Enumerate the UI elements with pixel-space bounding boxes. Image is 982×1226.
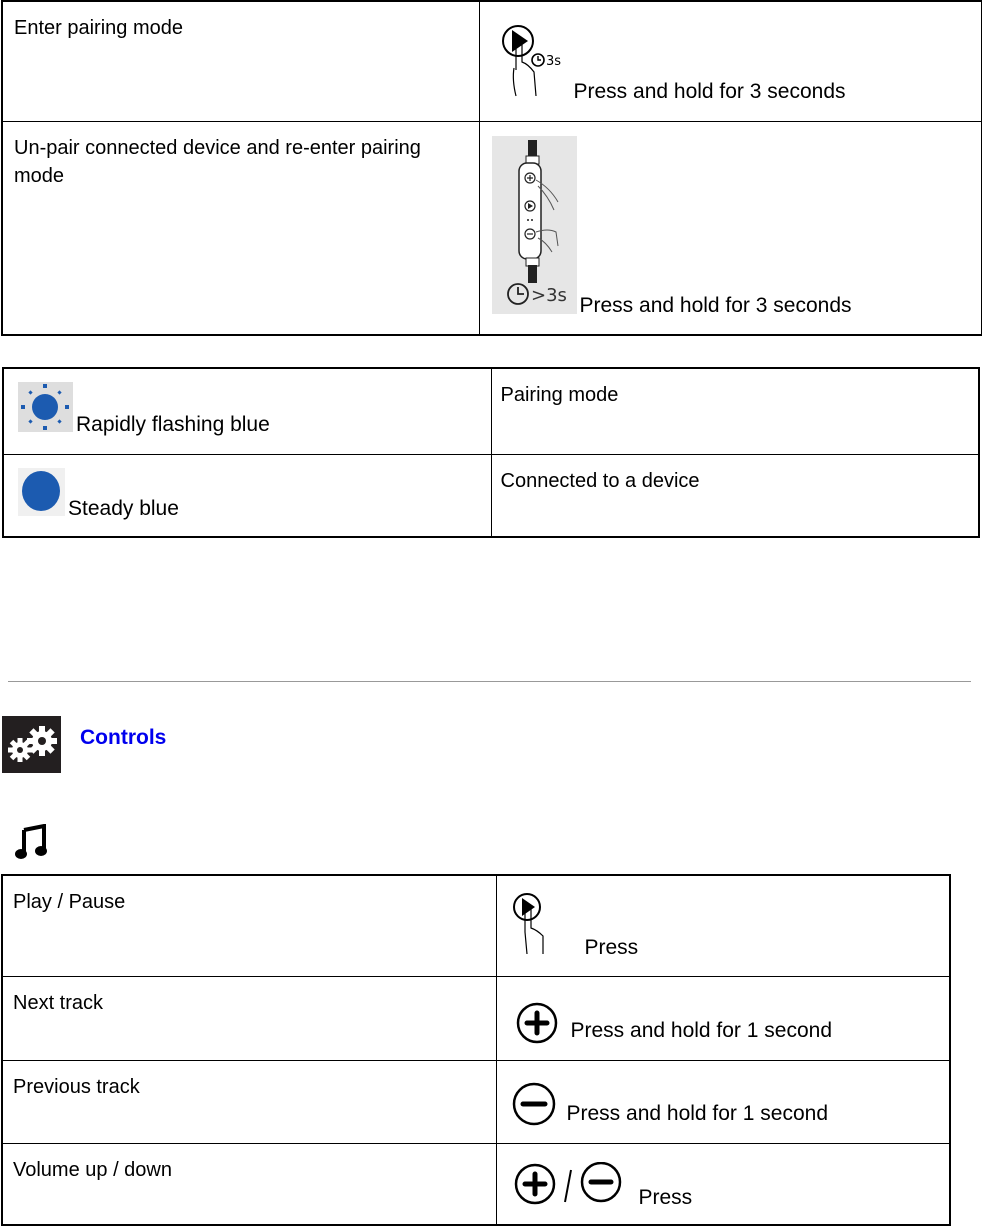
remote-plus-minus-hold-icon: >3s: [491, 135, 577, 314]
meaning-text: Connected to a device: [500, 469, 700, 492]
gears-icon: [2, 716, 61, 773]
action-cell: Enter pairing mode: [1, 0, 480, 122]
minus-button-icon: [511, 1081, 557, 1127]
action-cell: Next track: [1, 975, 497, 1061]
play-button-press-icon: [511, 892, 551, 956]
action-cell: Play / Pause: [1, 874, 497, 977]
action-text: Un-pair connected device and re-enter pa…: [14, 136, 421, 187]
icon-label: 3s: [546, 54, 561, 69]
instruction-text: Press and hold for 1 second: [566, 1101, 829, 1125]
meaning-cell: Pairing mode: [490, 367, 980, 455]
instruction-text: Press and hold for 3 seconds: [573, 80, 846, 103]
instruction-cell: 3s Press and hold for 3 seconds: [478, 0, 982, 122]
section-divider: [8, 681, 971, 682]
table-row: Volume up / down Press: [1, 1142, 951, 1226]
instruction-cell: Press: [495, 1142, 951, 1226]
instruction-cell: Press: [495, 874, 951, 977]
table-row: Steady blue Connected to a device: [2, 453, 980, 538]
action-text: Play / Pause: [13, 891, 126, 913]
table-row: Previous track Press and hold for 1 seco…: [1, 1059, 951, 1144]
light-cell: Steady blue: [2, 453, 492, 538]
steady-blue-light-icon: [18, 467, 65, 516]
controls-table: Play / Pause Press Next track Press and …: [1, 874, 951, 1226]
instruction-text: Press: [638, 1185, 693, 1209]
plus-button-icon: [515, 1001, 559, 1045]
light-text: Rapidly flashing blue: [76, 413, 270, 436]
instruction-text: Press: [584, 936, 639, 959]
instruction-cell: Press and hold for 1 second: [495, 975, 951, 1061]
action-cell: Volume up / down: [1, 1142, 497, 1226]
table-row: Un-pair connected device and re-enter pa…: [1, 120, 982, 336]
action-text: Enter pairing mode: [14, 17, 183, 39]
table-row: Next track Press and hold for 1 second: [1, 975, 951, 1061]
table-row: Enter pairing mode 3s Press and hold for…: [1, 0, 982, 122]
action-text: Previous track: [13, 1075, 140, 1098]
pairing-table: Enter pairing mode 3s Press and hold for…: [1, 0, 982, 336]
led-status-table: Rapidly flashing blue Pairing mode Stead…: [2, 367, 980, 538]
instruction-text: Press and hold for 3 seconds: [579, 293, 852, 317]
plus-minus-buttons-icon: [513, 1161, 627, 1212]
action-cell: Previous track: [1, 1059, 497, 1144]
section-title: Controls: [80, 726, 167, 749]
action-text: Next track: [13, 991, 104, 1014]
table-row: Play / Pause Press: [1, 874, 951, 977]
meaning-cell: Connected to a device: [490, 453, 980, 538]
instruction-text: Press and hold for 1 second: [570, 1018, 833, 1042]
action-cell: Un-pair connected device and re-enter pa…: [1, 120, 480, 336]
instruction-cell: Press and hold for 1 second: [495, 1059, 951, 1144]
table-row: Rapidly flashing blue Pairing mode: [2, 367, 980, 455]
play-button-hold-3s-icon: 3s: [494, 20, 584, 100]
action-text: Volume up / down: [13, 1158, 172, 1181]
light-cell: Rapidly flashing blue: [2, 367, 492, 455]
music-note-icon: [14, 824, 48, 860]
meaning-text: Pairing mode: [500, 384, 619, 406]
icon-label: >3s: [531, 285, 567, 306]
instruction-cell: >3s Press and hold for 3 seconds: [478, 120, 982, 336]
flashing-blue-light-icon: [18, 382, 73, 432]
light-text: Steady blue: [68, 496, 179, 520]
